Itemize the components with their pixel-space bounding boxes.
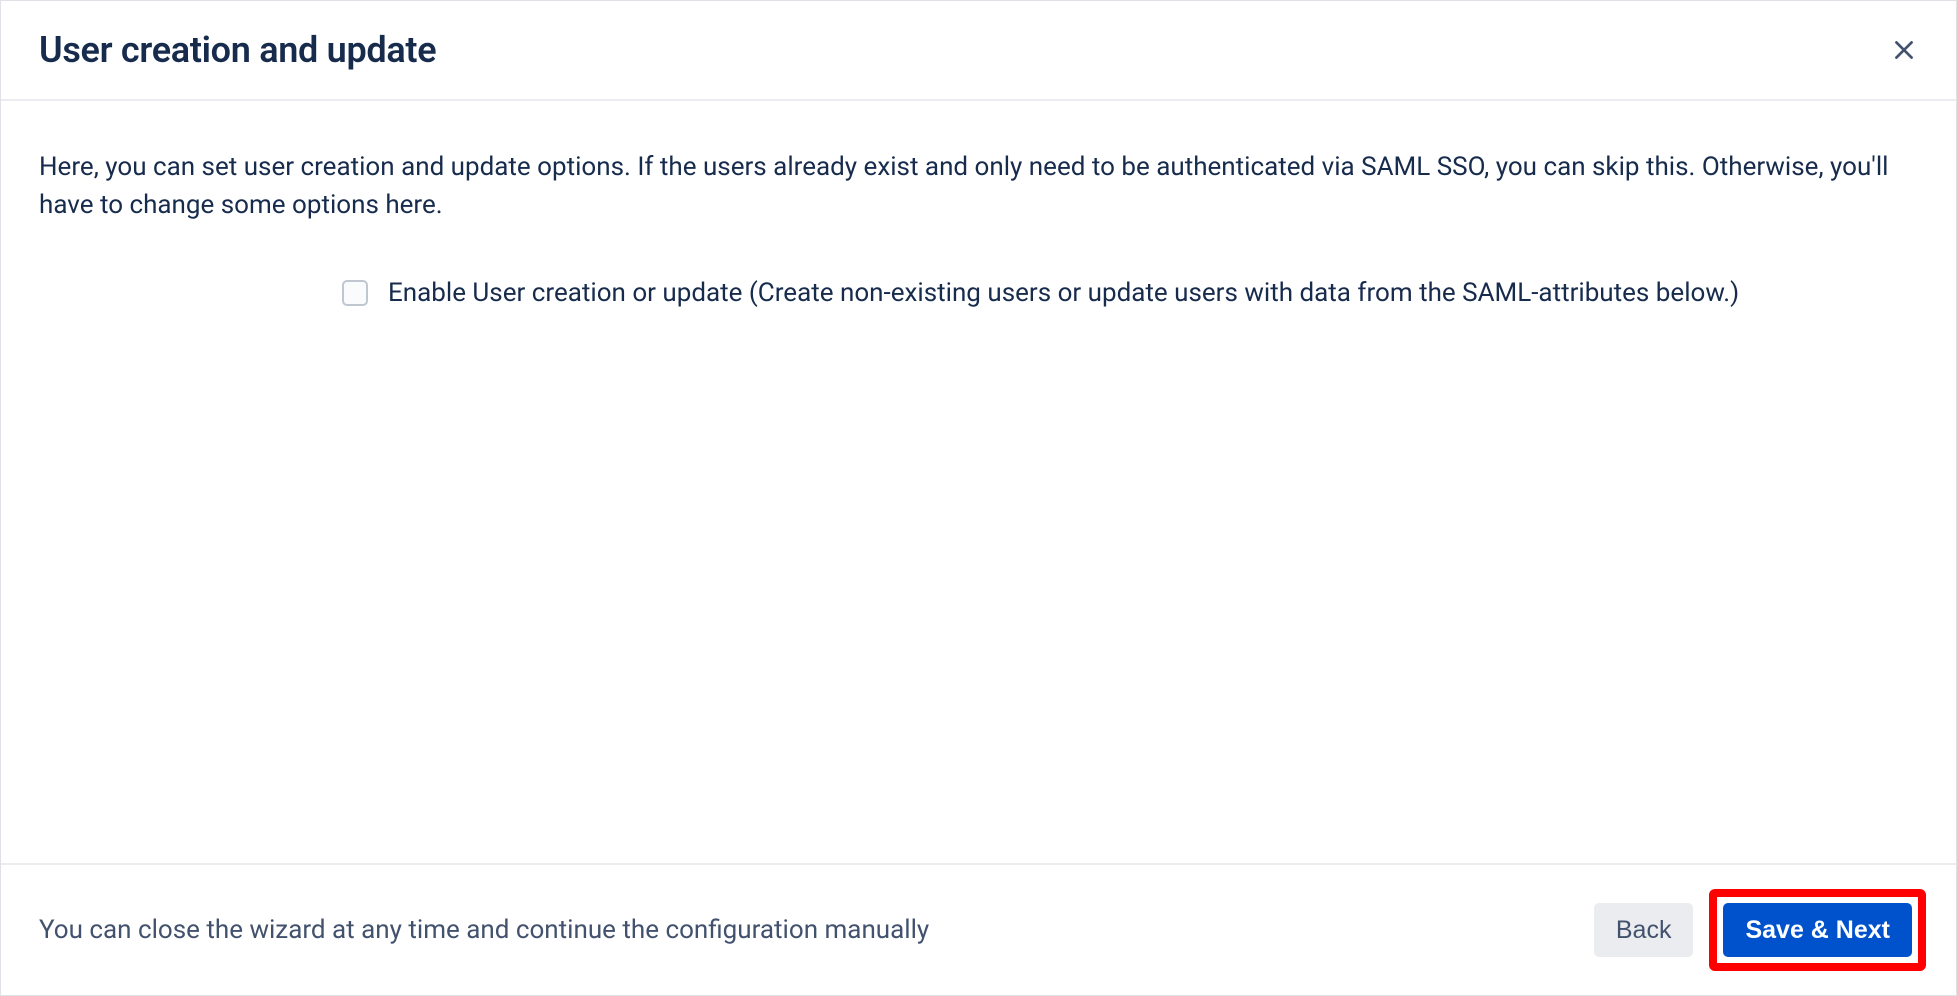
user-creation-dialog: User creation and update Here, you can s… xyxy=(0,0,1957,996)
dialog-body: Here, you can set user creation and upda… xyxy=(1,101,1956,863)
footer-hint: You can close the wizard at any time and… xyxy=(39,915,929,945)
back-button[interactable]: Back xyxy=(1594,903,1694,957)
dialog-footer: You can close the wizard at any time and… xyxy=(1,863,1956,995)
dialog-header: User creation and update xyxy=(1,1,1956,101)
enable-user-creation-checkbox[interactable] xyxy=(342,280,368,306)
description-text: Here, you can set user creation and upda… xyxy=(39,149,1918,224)
save-next-highlight: Save & Next xyxy=(1709,889,1926,971)
close-icon[interactable] xyxy=(1890,36,1918,64)
enable-user-creation-row: Enable User creation or update (Create n… xyxy=(39,278,1918,308)
save-next-button[interactable]: Save & Next xyxy=(1723,903,1912,957)
enable-user-creation-label[interactable]: Enable User creation or update (Create n… xyxy=(388,278,1739,308)
dialog-title: User creation and update xyxy=(39,29,436,71)
footer-buttons: Back Save & Next xyxy=(1594,889,1926,971)
